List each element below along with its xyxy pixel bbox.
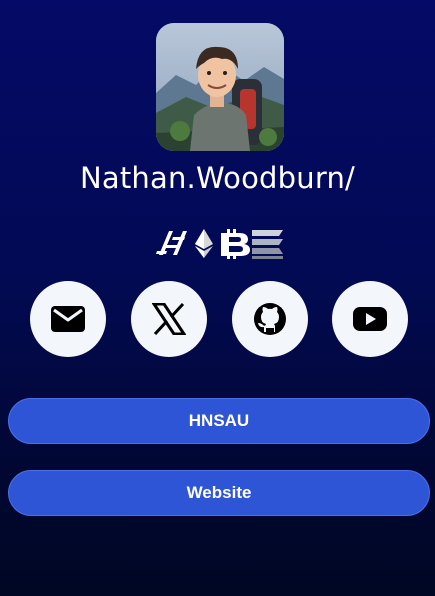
social-row [30, 281, 410, 357]
youtube-icon [353, 307, 387, 331]
envelope-icon [51, 306, 85, 332]
hns-logo-icon [156, 231, 187, 255]
bitcoin-icon [221, 229, 250, 259]
profile-name: Nathan.Woodburn/ [79, 161, 355, 195]
avatar [156, 23, 284, 151]
link-button-website[interactable]: Website [8, 470, 430, 516]
youtube-button[interactable] [332, 281, 408, 357]
logo-strip [155, 227, 285, 261]
link-button-hnsau[interactable]: HNSAU [8, 398, 430, 444]
x-icon [152, 303, 186, 335]
github-icon [254, 303, 286, 335]
x-button[interactable] [131, 281, 207, 357]
stacks-icon [252, 230, 283, 259]
github-button[interactable] [232, 281, 308, 357]
ethereum-icon [195, 229, 213, 258]
email-button[interactable] [30, 281, 106, 357]
avatar-photo [156, 23, 284, 151]
